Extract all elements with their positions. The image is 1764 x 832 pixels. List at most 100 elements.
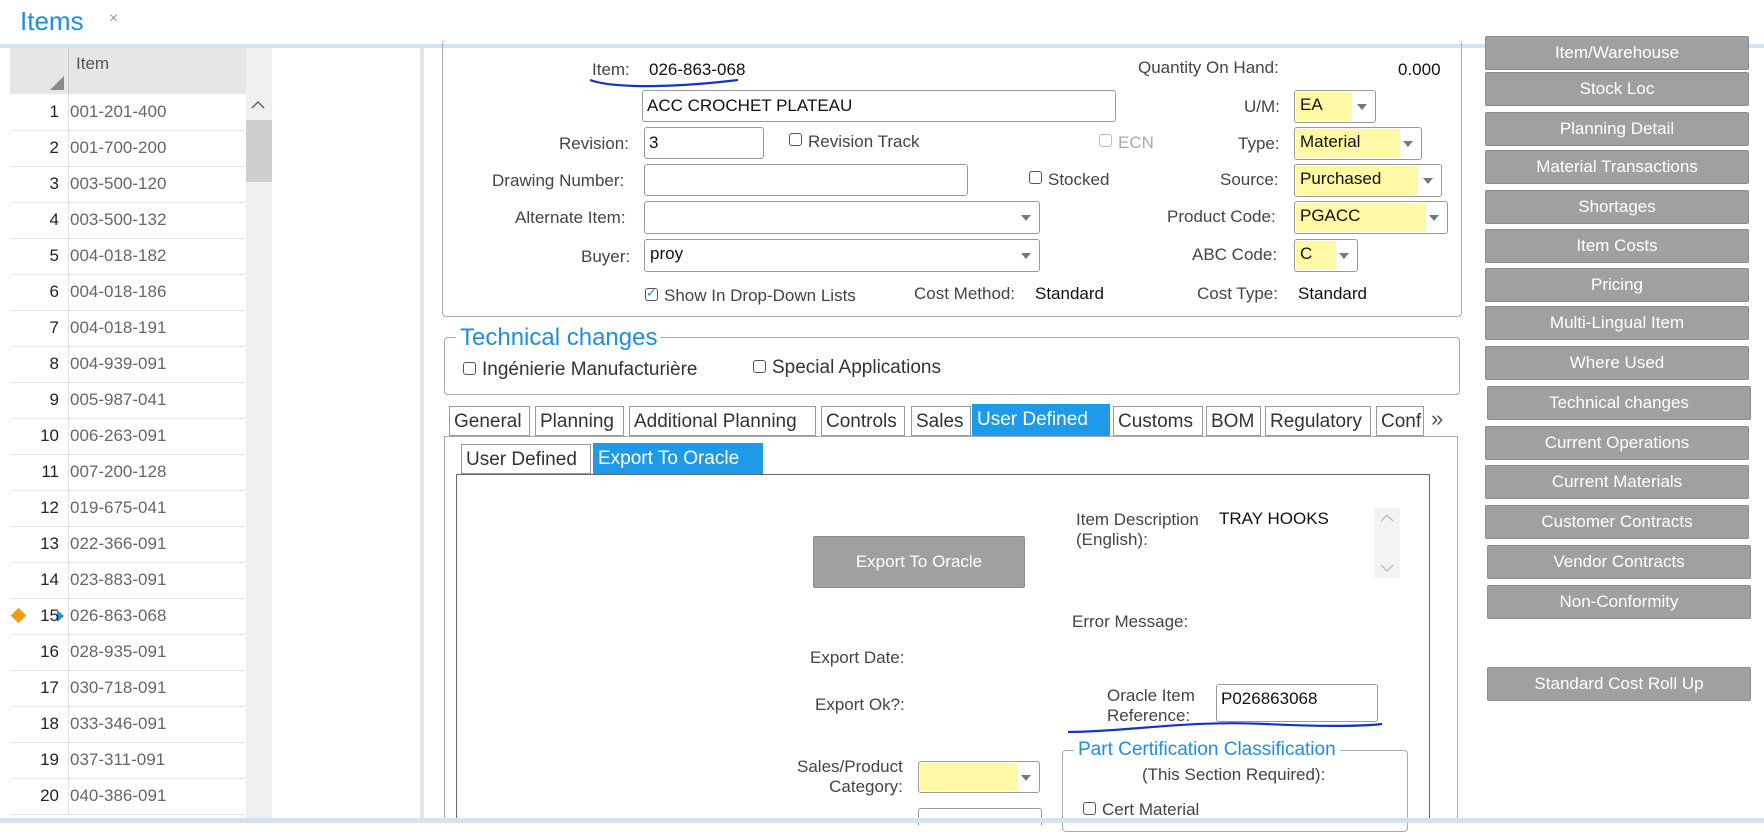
part-certification-subtitle: (This Section Required): — [1142, 765, 1326, 784]
pricing-button[interactable]: Pricing — [1485, 268, 1749, 302]
type-select[interactable]: Material — [1294, 127, 1422, 160]
stocked-checkbox[interactable] — [1029, 171, 1042, 184]
chevron-down-icon — [1429, 215, 1439, 221]
table-row[interactable]: 13 022-366-091 — [10, 526, 245, 563]
row-number-cell[interactable] — [10, 382, 69, 418]
table-row[interactable]: 6 004-018-186 — [10, 274, 245, 311]
ingenierie-checkbox[interactable] — [463, 362, 476, 375]
item-costs-button[interactable]: Item Costs — [1485, 229, 1749, 263]
table-row[interactable]: 2 001-700-200 — [10, 130, 245, 167]
where-used-button[interactable]: Where Used — [1485, 346, 1749, 380]
material-transactions-button[interactable]: Material Transactions — [1485, 150, 1749, 184]
technical-changes-button[interactable]: Technical changes — [1487, 386, 1751, 420]
cert-material-checkbox[interactable] — [1083, 802, 1096, 815]
sort-corner-icon[interactable] — [50, 76, 64, 90]
table-row[interactable]: 12 019-675-041 — [10, 490, 245, 527]
customer-contracts-button[interactable]: Customer Contracts — [1485, 505, 1749, 539]
table-row[interactable]: 8 004-939-091 — [10, 346, 245, 383]
revision-track-checkbox[interactable] — [789, 133, 802, 146]
export-ok-label: Export Ok?: — [815, 695, 905, 714]
table-row[interactable]: 14 023-883-091 — [10, 562, 245, 599]
row-number-cell[interactable] — [10, 346, 69, 382]
scroll-down-icon[interactable] — [1380, 564, 1394, 572]
current-operations-button[interactable]: Current Operations — [1485, 426, 1749, 460]
tab-sales[interactable]: Sales — [911, 406, 971, 436]
table-row[interactable]: 1 001-201-400 — [10, 94, 245, 131]
tab-additional-planning[interactable]: Additional Planning — [629, 406, 816, 436]
row-number-cell[interactable] — [10, 130, 69, 166]
revision-field[interactable]: 3 — [644, 127, 764, 159]
shortages-button[interactable]: Shortages — [1485, 190, 1749, 224]
stock-loc-button[interactable]: Stock Loc — [1485, 72, 1749, 106]
row-number-cell[interactable] — [10, 94, 69, 130]
um-select[interactable]: EA — [1294, 90, 1376, 123]
show-dropdown-checkbox[interactable] — [645, 285, 658, 301]
standard-cost-roll-up-button[interactable]: Standard Cost Roll Up — [1487, 667, 1751, 701]
subtab-user-defined[interactable]: User Defined — [461, 444, 591, 474]
table-row[interactable]: 15 026-863-068 — [10, 598, 245, 635]
tab-items[interactable]: Items × — [12, 0, 142, 47]
special-applications-checkbox[interactable] — [753, 360, 766, 373]
table-row[interactable]: 3 003-500-120 — [10, 166, 245, 203]
table-row[interactable]: 10 006-263-091 — [10, 418, 245, 455]
table-row[interactable]: 20 040-386-091 — [10, 778, 245, 815]
tab-general[interactable]: General — [449, 406, 530, 436]
row-item-code: 004-939-091 — [70, 354, 167, 373]
table-row[interactable]: 5 004-018-182 — [10, 238, 245, 275]
subtab-export-to-oracle[interactable]: Export To Oracle — [593, 443, 763, 475]
row-number: 9 — [49, 390, 59, 409]
table-row[interactable]: 17 030-718-091 — [10, 670, 245, 707]
product-code-select[interactable]: PGACC — [1294, 201, 1448, 234]
current-materials-button[interactable]: Current Materials — [1485, 465, 1749, 499]
item-warehouse-button[interactable]: Item/Warehouse — [1485, 36, 1749, 70]
oracle-item-reference-field[interactable]: P026863068 — [1216, 684, 1378, 722]
table-row[interactable]: 11 007-200-128 — [10, 454, 245, 491]
tab-user-defined[interactable]: User Defined — [972, 404, 1110, 436]
description-scrollbar[interactable] — [1374, 508, 1400, 578]
table-row[interactable]: 7 004-018-191 — [10, 310, 245, 347]
alternate-item-select[interactable] — [644, 201, 1040, 234]
row-number-cell[interactable] — [10, 310, 69, 346]
abc-code-label: ABC Code: — [1192, 245, 1278, 264]
row-item-code: 022-366-091 — [70, 534, 167, 553]
product-code-value: PGACC — [1300, 206, 1361, 225]
source-select[interactable]: Purchased — [1294, 164, 1442, 197]
abc-code-select[interactable]: C — [1294, 239, 1358, 272]
tab-conf[interactable]: Conf — [1376, 406, 1424, 436]
export-to-oracle-button[interactable]: Export To Oracle — [813, 536, 1025, 588]
um-value: EA — [1300, 95, 1323, 114]
table-row[interactable]: 18 033-346-091 — [10, 706, 245, 743]
row-number-cell[interactable] — [10, 238, 69, 274]
panel-splitter[interactable] — [420, 48, 424, 818]
tab-planning[interactable]: Planning — [535, 406, 624, 436]
tab-regulatory[interactable]: Regulatory — [1265, 406, 1371, 436]
row-number-cell[interactable] — [10, 274, 69, 310]
planning-detail-button[interactable]: Planning Detail — [1485, 112, 1749, 146]
grid-scrollbar-thumb[interactable] — [246, 120, 272, 182]
description-field[interactable]: ACC CROCHET PLATEAU — [642, 90, 1116, 122]
tab-bom[interactable]: BOM — [1206, 406, 1261, 436]
row-item-code: 037-311-091 — [70, 750, 166, 769]
table-row[interactable]: 9 005-987-041 — [10, 382, 245, 419]
row-number-cell[interactable] — [10, 166, 69, 202]
vendor-contracts-button[interactable]: Vendor Contracts — [1487, 545, 1751, 579]
multi-lingual-item-button[interactable]: Multi-Lingual Item — [1485, 306, 1749, 340]
sales-product-category-select[interactable] — [918, 761, 1040, 793]
row-item-code: 001-201-400 — [70, 102, 167, 121]
scroll-up-icon[interactable] — [1380, 514, 1394, 522]
table-row[interactable]: 16 028-935-091 — [10, 634, 245, 671]
tab-controls[interactable]: Controls — [821, 406, 905, 436]
tab-customs[interactable]: Customs — [1113, 406, 1203, 436]
row-number-cell[interactable] — [10, 454, 69, 490]
non-conformity-button[interactable]: Non-Conformity — [1487, 585, 1751, 619]
ecn-checkbox[interactable] — [1099, 134, 1112, 147]
row-item-code: 030-718-091 — [70, 678, 167, 697]
drawing-number-field[interactable] — [644, 164, 968, 196]
table-row[interactable]: 19 037-311-091 — [10, 742, 245, 779]
table-row[interactable]: 4 003-500-132 — [10, 202, 245, 239]
scroll-up-icon[interactable] — [250, 100, 266, 110]
buyer-select[interactable]: proy — [644, 239, 1040, 272]
close-icon[interactable]: × — [109, 10, 118, 28]
row-number-cell[interactable] — [10, 202, 69, 238]
tabs-more-icon[interactable]: » — [1431, 406, 1443, 432]
